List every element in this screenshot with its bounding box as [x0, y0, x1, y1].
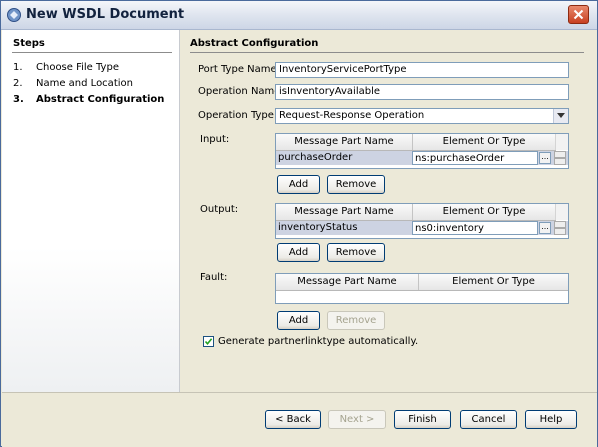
input-parts-table: Message Part Name Element Or Type purcha…: [275, 133, 569, 169]
part-name-cell[interactable]: purchaseOrder: [276, 151, 412, 165]
partnerlinktype-label: Generate partnerlinktype automatically.: [218, 336, 419, 347]
step-number: 3.: [13, 94, 24, 105]
input-remove-button[interactable]: Remove: [327, 175, 385, 194]
operation-name-label: Operation Name:: [198, 86, 284, 97]
browse-ellipsis-button[interactable]: ...: [539, 152, 551, 164]
steps-title: Steps: [13, 38, 45, 49]
chevron-down-icon[interactable]: [553, 109, 568, 123]
operation-type-label: Operation Type:: [198, 110, 278, 121]
back-button[interactable]: < Back: [265, 410, 321, 429]
output-remove-button[interactable]: Remove: [327, 243, 385, 262]
cancel-button[interactable]: Cancel: [460, 410, 517, 429]
input-add-button[interactable]: Add: [277, 175, 320, 194]
wizard-button-bar: < Back Next > Finish Cancel Help: [2, 392, 597, 447]
column-header-element-type[interactable]: Element Or Type: [419, 274, 568, 290]
element-type-cell[interactable]: ns:purchaseOrder: [412, 151, 538, 165]
column-header-part-name[interactable]: Message Part Name: [276, 274, 419, 290]
operation-type-select[interactable]: Request-Response Operation: [275, 108, 569, 124]
app-logo-icon: [6, 7, 22, 23]
output-add-button[interactable]: Add: [277, 243, 320, 262]
fault-parts-table: Message Part Name Element Or Type: [275, 273, 569, 304]
header-corner: [555, 204, 568, 220]
wizard-window: New WSDL Document Steps 1. Choose File Ty…: [0, 0, 598, 447]
step-label: Abstract Configuration: [36, 94, 165, 105]
next-button[interactable]: Next >: [328, 410, 386, 429]
operation-name-input[interactable]: isInventoryAvailable: [275, 84, 569, 100]
step-number: 2.: [13, 78, 23, 89]
section-title: Abstract Configuration: [190, 38, 319, 49]
output-label: Output:: [200, 204, 239, 215]
steps-panel: Steps 1. Choose File Type 2. Name and Loca…: [2, 30, 180, 392]
close-button[interactable]: [568, 5, 589, 24]
step-item-name-and-location: 2. Name and Location: [13, 78, 133, 89]
browse-ellipsis-button[interactable]: ...: [539, 222, 551, 234]
fault-add-button[interactable]: Add: [277, 311, 320, 330]
step-label: Choose File Type: [36, 62, 119, 73]
table-header: Message Part Name Element Or Type: [276, 134, 556, 151]
table-row[interactable]: purchaseOrder ns:purchaseOrder ...: [276, 151, 568, 165]
step-number: 1.: [13, 62, 23, 73]
table-row[interactable]: inventoryStatus ns0:inventory ...: [276, 221, 568, 235]
close-icon: [573, 9, 584, 20]
fault-label: Fault:: [200, 272, 228, 283]
input-label: Input:: [200, 134, 230, 145]
table-header: Message Part Name Element Or Type: [276, 204, 556, 221]
row-spinner[interactable]: [554, 221, 566, 235]
operation-type-value: Request-Response Operation: [279, 110, 425, 121]
fault-remove-button[interactable]: Remove: [327, 311, 385, 330]
column-header-part-name[interactable]: Message Part Name: [276, 134, 413, 150]
step-label: Name and Location: [36, 78, 133, 89]
port-type-input[interactable]: InventoryServicePortType: [275, 62, 569, 78]
section-divider: [190, 52, 584, 53]
row-spinner[interactable]: [554, 151, 566, 165]
table-header: Message Part Name Element Or Type: [276, 274, 568, 291]
port-type-label: Port Type Name:: [198, 64, 281, 75]
column-header-part-name[interactable]: Message Part Name: [276, 204, 413, 220]
step-item-abstract-configuration: 3. Abstract Configuration: [13, 94, 164, 105]
element-type-cell[interactable]: ns0:inventory: [412, 221, 538, 235]
part-name-cell[interactable]: inventoryStatus: [276, 221, 412, 235]
checkmark-icon: [204, 338, 213, 346]
column-header-element-type[interactable]: Element Or Type: [413, 204, 556, 220]
partnerlinktype-checkbox[interactable]: [203, 336, 214, 347]
step-item-choose-file-type: 1. Choose File Type: [13, 62, 119, 73]
finish-button[interactable]: Finish: [394, 410, 451, 429]
steps-divider: [12, 52, 172, 53]
output-parts-table: Message Part Name Element Or Type invent…: [275, 203, 569, 239]
header-corner: [555, 134, 568, 150]
help-button[interactable]: Help: [525, 410, 577, 429]
configuration-panel: Abstract Configuration Port Type Name: I…: [180, 30, 597, 392]
column-header-element-type[interactable]: Element Or Type: [413, 134, 556, 150]
window-title: New WSDL Document: [26, 7, 185, 22]
title-bar[interactable]: New WSDL Document: [1, 1, 597, 30]
